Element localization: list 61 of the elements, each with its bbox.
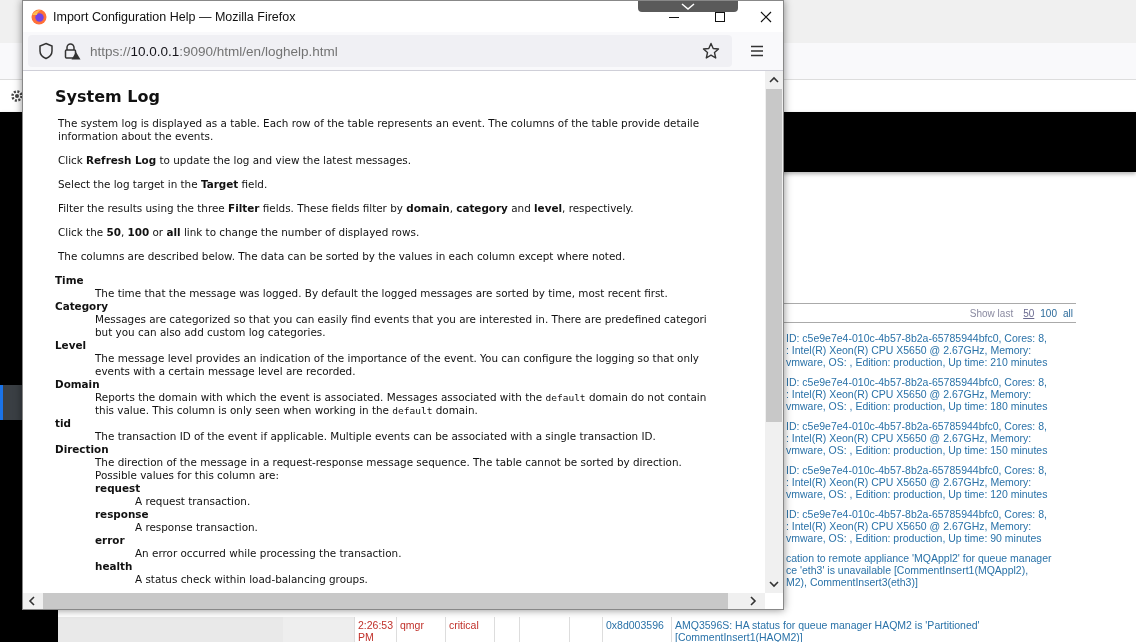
definition-text: Reports the domain with which the event is associated. Messages associated with the default domain do not contain this value. This column is only seen when working in the default domain. [95, 391, 708, 417]
address-field[interactable]: https://10.0.0.1:9090/html/en/loghelp.html [28, 35, 732, 67]
maximize-icon[interactable] [714, 10, 726, 23]
shield-icon[interactable] [38, 42, 54, 60]
row-count-link[interactable]: all [1063, 307, 1073, 319]
help-paragraph: The system log is displayed as a table. Each row of the table represents an event. The columns of the table provide detaile information about the events. [58, 117, 701, 143]
table-cell [283, 617, 355, 642]
scroll-up-icon[interactable] [769, 76, 779, 84]
definition-text: The direction of the message in a request-response message sequence. The table cannot be sorted by direction. Possible values for this column are: [95, 456, 683, 482]
definition-term: Direction [55, 443, 110, 456]
definition-text: Messages are categorized so that you can easily find events that you are interested in. There are predefined categori but you can also add custom log categories. [95, 313, 708, 339]
definition-term: Category [55, 300, 110, 313]
sidebar-item[interactable] [0, 385, 22, 420]
snap-tab[interactable] [638, 1, 738, 12]
show-last-label: Show last [969, 307, 1014, 319]
scroll-right-icon[interactable] [749, 596, 757, 606]
help-heading: System Log [55, 87, 161, 107]
definition-term: request [95, 482, 142, 495]
definition-text: The message level provides an indication of the importance of the event. You can configure the logging so that only events with a certain message level are recorded. [95, 352, 700, 378]
close-icon[interactable] [760, 10, 772, 23]
time-cell: 2:26:53 PM [355, 617, 397, 642]
scroll-down-icon[interactable] [769, 580, 779, 588]
menu-icon[interactable] [750, 45, 764, 57]
scrollbar-thumb[interactable] [766, 89, 782, 422]
definition-text: A request transaction. [135, 495, 252, 508]
definition-term: health [95, 560, 134, 573]
message-cell-text: ID: c5e9e7e4-010c-4b57-8b2a-65785944bfc0, Cores: 8, : Intel(R) Xeon(R) CPU X5650 @ 2.67GHz, Memory: vmware, OS: , Edition: production, Up time: 120 minutes [786, 464, 1049, 500]
help-paragraph: Click the 50, 100 or all link to change the number of displayed rows. [58, 226, 421, 239]
definition-text: A response transaction. [135, 521, 259, 534]
help-paragraph: Select the log target in the Target field. [58, 178, 269, 191]
row-count-link[interactable]: 50 [1023, 307, 1035, 319]
definition-term: Time [55, 274, 85, 287]
definition-text: An error occurred while processing the transaction. [135, 547, 403, 560]
message-cell-text: ID: c5e9e7e4-010c-4b57-8b2a-65785944bfc0, Cores: 8, : Intel(R) Xeon(R) CPU X5650 @ 2.67GHz, Memory: vmware, OS: , Edition: production, Up time: 150 minutes [786, 420, 1049, 456]
message-cell-text: ID: c5e9e7e4-010c-4b57-8b2a-65785944bfc0, Cores: 8, : Intel(R) Xeon(R) CPU X5650 @ 2.67GHz, Memory: vmware, OS: , Edition: production, Up time: 90 minutes [786, 508, 1048, 544]
help-paragraph: Click Refresh Log to update the log and view the latest messages. [58, 154, 412, 167]
window-title: Import Configuration Help — Mozilla Firefox [53, 9, 296, 24]
definition-term: error [95, 534, 126, 547]
definition-term: Domain [55, 378, 101, 391]
star-icon[interactable] [702, 42, 720, 60]
vertical-scrollbar[interactable] [765, 71, 783, 593]
firefox-icon [31, 8, 47, 25]
definition-text: The time that the message was logged. By default the logged messages are sorted by time, most recent first. [95, 287, 669, 300]
tid-cell: 0x8d003596 [603, 617, 672, 642]
definition-text: The transaction ID of the event if applicable. Multiple events can be associated with a single transaction ID. [95, 430, 657, 443]
help-paragraph: Filter the results using the three Filter fields. These fields filter by domain, category and level, respectively. [58, 202, 635, 215]
level-cell: critical [446, 617, 495, 642]
message-cell-text: cation to remote appliance 'MQAppl2' for queue manager ce 'eth3' is unavailable [CommentInsert1(MQAppl2), M2), CommentInsert3(eth3)] [786, 552, 1053, 588]
lock-warning-icon[interactable] [63, 42, 81, 60]
scroll-left-icon[interactable] [28, 596, 36, 606]
definition-term: response [95, 508, 150, 521]
gear-icon[interactable] [10, 89, 24, 103]
category-cell: qmgr [397, 617, 446, 642]
definition-term: Level [55, 339, 88, 352]
message-cell-text: ID: c5e9e7e4-010c-4b57-8b2a-65785944bfc0, Cores: 8, : Intel(R) Xeon(R) CPU X5650 @ 2.67GHz, Memory: vmware, OS: , Edition: production, Up time: 210 minutes [786, 332, 1049, 368]
row-count-link[interactable]: 100 [1040, 307, 1057, 319]
definition-text: A status check within load-balancing groups. [135, 573, 369, 586]
definition-term: tid [55, 417, 72, 430]
chevron-down-icon [681, 2, 695, 11]
help-paragraph: The columns are described below. The data can be sorted by the values in each column except where noted. [58, 250, 627, 263]
message-cell-text: ID: c5e9e7e4-010c-4b57-8b2a-65785944bfc0, Cores: 8, : Intel(R) Xeon(R) CPU X5650 @ 2.67GHz, Memory: vmware, OS: , Edition: production, Up time: 180 minutes [786, 376, 1049, 412]
